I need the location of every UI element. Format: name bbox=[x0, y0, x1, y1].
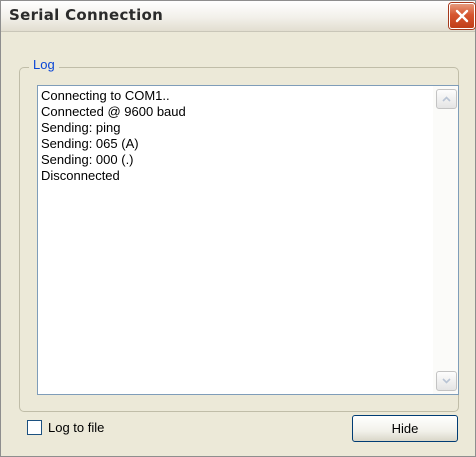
close-button[interactable] bbox=[449, 3, 475, 29]
title-bar[interactable]: Serial Connection bbox=[1, 1, 475, 32]
chevron-down-icon bbox=[442, 378, 451, 384]
log-line: Sending: ping bbox=[41, 120, 121, 135]
log-line: Sending: 065 (A) bbox=[41, 136, 139, 151]
dialog-window: Serial Connection Log Connecting to COM1… bbox=[0, 0, 476, 457]
hide-button[interactable]: Hide bbox=[352, 415, 458, 442]
log-to-file-option[interactable]: Log to file bbox=[27, 420, 104, 435]
log-line: Disconnected bbox=[41, 168, 120, 183]
vertical-scrollbar[interactable] bbox=[433, 86, 458, 394]
scroll-down-button[interactable] bbox=[436, 371, 457, 391]
log-line: Sending: 000 (.) bbox=[41, 152, 134, 167]
log-lines: Connecting to COM1.. Connected @ 9600 ba… bbox=[41, 88, 428, 184]
chevron-up-icon bbox=[442, 96, 451, 102]
log-group-label: Log bbox=[29, 57, 59, 72]
scroll-up-button[interactable] bbox=[436, 89, 457, 109]
close-icon bbox=[455, 9, 469, 23]
log-line: Connected @ 9600 baud bbox=[41, 104, 186, 119]
log-line: Connecting to COM1.. bbox=[41, 88, 170, 103]
window-title: Serial Connection bbox=[9, 6, 164, 24]
log-textarea[interactable]: Connecting to COM1.. Connected @ 9600 ba… bbox=[37, 85, 459, 395]
log-to-file-label[interactable]: Log to file bbox=[48, 420, 104, 435]
log-to-file-checkbox[interactable] bbox=[27, 420, 42, 435]
